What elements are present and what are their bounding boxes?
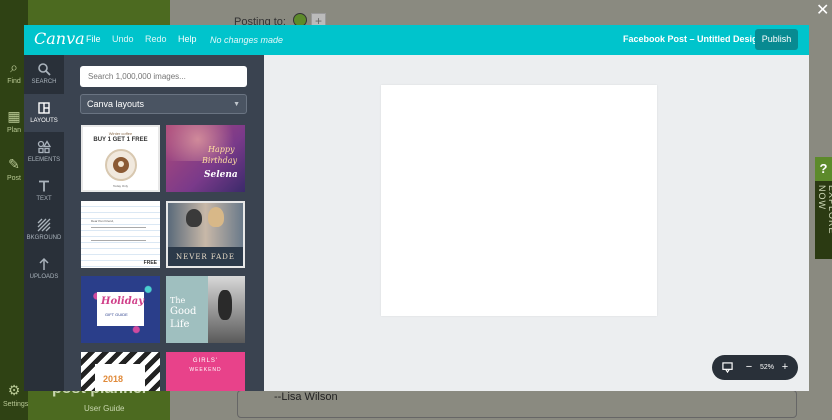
couple-photo-image bbox=[168, 203, 243, 247]
layout-text: Good bbox=[170, 306, 197, 317]
layout-text: BUY 1 GET 1 FREE bbox=[93, 137, 148, 143]
nav-label: BKGROUND bbox=[26, 235, 62, 241]
background-icon bbox=[37, 218, 51, 232]
speech-bubble-icon bbox=[721, 362, 733, 374]
layout-text: NEVER FADE bbox=[176, 253, 235, 261]
layouts-panel: Canva layouts ▼ Winter coffee BUY 1 GET … bbox=[64, 55, 264, 391]
layout-text: GIRLS' bbox=[192, 358, 219, 364]
layouts-icon bbox=[38, 102, 50, 114]
bg-nav-label: Settings bbox=[3, 401, 29, 408]
layout-category-value: Canva layouts bbox=[87, 99, 145, 109]
layout-thumb-girls-weekend[interactable]: GIRLS' WEEKEND bbox=[166, 352, 245, 391]
layout-text: 2018 bbox=[103, 374, 124, 384]
design-canvas-page[interactable] bbox=[381, 85, 657, 316]
explore-now-tab[interactable]: ? EXPLORE NOW bbox=[815, 157, 832, 259]
publish-button[interactable]: Publish bbox=[755, 29, 798, 50]
layout-thumb-birthday[interactable]: Happy Birthday Selena bbox=[166, 125, 245, 192]
user-guide-link[interactable]: User Guide bbox=[84, 404, 124, 413]
canva-logo: Canva bbox=[34, 29, 85, 48]
nav-layouts[interactable]: LAYOUTS bbox=[24, 94, 64, 132]
layout-text: GIFT GUIDE bbox=[105, 312, 128, 317]
elements-icon bbox=[37, 140, 51, 154]
layout-thumb-good-life[interactable]: The Good Life bbox=[166, 276, 245, 343]
quote-author: --Lisa Wilson bbox=[274, 391, 338, 403]
magnifier-icon: ⌕ bbox=[10, 59, 18, 75]
side-nav: SEARCH LAYOUTS ELEMENTS TEXT BKGROUND UP… bbox=[24, 55, 64, 391]
menu-help[interactable]: Help bbox=[178, 34, 197, 44]
bg-nav-label: Find bbox=[7, 78, 21, 85]
zoom-in-button[interactable]: + bbox=[778, 355, 792, 380]
nav-uploads[interactable]: UPLOADS bbox=[24, 250, 64, 288]
bg-nav-plan[interactable]: ▦ Plan bbox=[3, 108, 25, 134]
top-bar: Canva File Undo Redo Help No changes mad… bbox=[24, 25, 809, 55]
nav-search[interactable]: SEARCH bbox=[24, 55, 64, 93]
help-question-icon: ? bbox=[815, 157, 832, 181]
nav-elements[interactable]: ELEMENTS bbox=[24, 133, 64, 171]
layout-text: Life bbox=[170, 319, 190, 330]
document-title[interactable]: Facebook Post – Untitled Design bbox=[623, 34, 763, 44]
layout-text: Birthday bbox=[202, 156, 238, 165]
zoom-level: 52% bbox=[760, 364, 775, 371]
woman-photo-image bbox=[208, 276, 245, 343]
layout-text: Today Only bbox=[112, 184, 128, 188]
zoom-out-button[interactable]: − bbox=[742, 355, 756, 380]
design-workspace: − 52% + bbox=[264, 55, 809, 391]
text-icon bbox=[39, 180, 49, 192]
nav-text[interactable]: TEXT bbox=[24, 172, 64, 210]
layout-text: Dear Pen Friend, bbox=[91, 219, 114, 223]
pencil-icon: ✎ bbox=[8, 156, 20, 172]
layout-thumb-2018[interactable]: 2018 bbox=[81, 352, 160, 391]
upload-icon bbox=[39, 257, 49, 270]
zoom-bar: − 52% + bbox=[712, 355, 798, 380]
post-preview-box: --Lisa Wilson bbox=[237, 390, 797, 418]
layout-thumb-never-fade[interactable]: NEVER FADE bbox=[166, 201, 245, 268]
letter-lines-image bbox=[91, 227, 146, 241]
save-status: No changes made bbox=[210, 35, 284, 45]
layout-text: The bbox=[170, 296, 186, 305]
layout-text: WEEKEND bbox=[189, 367, 222, 373]
bg-nav-find[interactable]: ⌕ Find bbox=[3, 59, 25, 85]
layout-thumb-holiday[interactable]: Holiday GIFT GUIDE bbox=[81, 276, 160, 343]
chevron-down-icon: ▼ bbox=[233, 101, 240, 108]
image-search-input[interactable] bbox=[80, 66, 247, 87]
free-badge: FREE bbox=[143, 260, 157, 266]
nav-label: LAYOUTS bbox=[30, 118, 58, 124]
layout-text: Happy bbox=[208, 145, 235, 154]
bg-nav-label: Plan bbox=[6, 127, 21, 134]
nav-label: TEXT bbox=[36, 196, 52, 202]
canva-editor-modal: Canva File Undo Redo Help No changes mad… bbox=[24, 25, 809, 391]
menu-redo[interactable]: Redo bbox=[145, 34, 167, 44]
nav-label: ELEMENTS bbox=[27, 157, 61, 163]
close-icon[interactable]: ✕ bbox=[816, 3, 829, 19]
layout-text: Selena bbox=[204, 170, 238, 180]
bg-nav-settings[interactable]: ⚙ Settings bbox=[3, 382, 29, 408]
nav-label: UPLOADS bbox=[29, 274, 59, 280]
explore-now-label: EXPLORE NOW bbox=[817, 185, 832, 235]
menu-file[interactable]: File bbox=[86, 34, 101, 44]
menu-undo[interactable]: Undo bbox=[112, 34, 134, 44]
search-icon bbox=[38, 63, 51, 76]
layout-category-select[interactable]: Canva layouts ▼ bbox=[80, 94, 247, 114]
layout-thumb-letter[interactable]: Dear Pen Friend, FREE bbox=[81, 201, 160, 268]
nav-background[interactable]: BKGROUND bbox=[24, 211, 64, 249]
nav-label: SEARCH bbox=[31, 79, 57, 85]
bg-nav-label: Post bbox=[6, 175, 21, 182]
layout-thumb-coffee[interactable]: Winter coffee BUY 1 GET 1 FREE Today Onl… bbox=[81, 125, 160, 192]
gear-icon: ⚙ bbox=[7, 382, 21, 398]
layout-text: Holiday bbox=[101, 296, 144, 307]
comment-icon[interactable] bbox=[718, 355, 736, 380]
grid-icon: ▦ bbox=[7, 108, 21, 124]
bg-nav-post[interactable]: ✎ Post bbox=[3, 156, 25, 182]
layout-text: Winter coffee bbox=[108, 131, 133, 136]
coffee-cup-image bbox=[105, 149, 137, 181]
